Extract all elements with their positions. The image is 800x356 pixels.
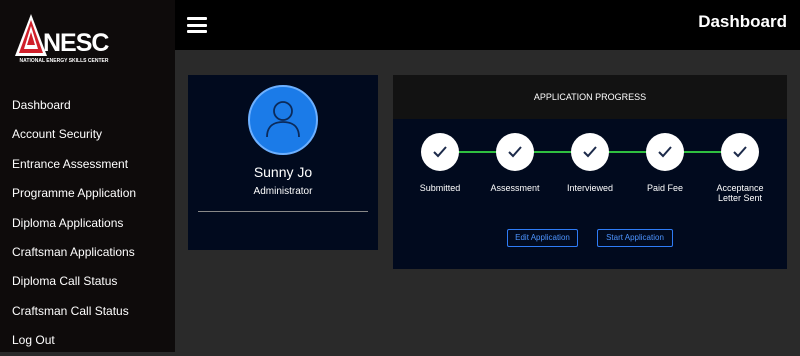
- sidebar-item-craftsman-call-status[interactable]: Craftsman Call Status: [0, 297, 175, 326]
- sidebar-item-log-out[interactable]: Log Out: [0, 326, 175, 355]
- avatar[interactable]: [248, 85, 318, 155]
- edit-application-button[interactable]: Edit Application: [507, 229, 578, 247]
- check-icon: [646, 133, 684, 171]
- sidebar-item-programme-application[interactable]: Programme Application: [0, 179, 175, 208]
- logo-word: NESC: [43, 29, 109, 57]
- profile-card: Sunny Jo Administrator: [188, 75, 378, 250]
- divider: [198, 211, 368, 212]
- profile-role: Administrator: [253, 186, 313, 197]
- step-label: Submitted: [419, 183, 461, 193]
- step-label: Paid Fee: [646, 183, 684, 193]
- hamburger-menu-icon[interactable]: [187, 17, 207, 33]
- progress-step-acceptance-letter-sent: Acceptance Letter Sent: [705, 133, 775, 203]
- nesc-logo[interactable]: NESC NATIONAL ENERGY SKILLS CENTER: [13, 12, 115, 70]
- sidebar-item-entrance-assessment[interactable]: Entrance Assessment: [0, 150, 175, 179]
- check-icon: [721, 133, 759, 171]
- check-icon: [571, 133, 609, 171]
- logo-subtitle: NATIONAL ENERGY SKILLS CENTER: [19, 58, 109, 64]
- check-icon: [421, 133, 459, 171]
- application-progress-card: APPLICATION PROGRESS Submitted Assessmen…: [393, 75, 787, 269]
- progress-step-assessment: Assessment: [480, 133, 550, 193]
- step-label: Interviewed: [566, 183, 614, 193]
- sidebar-item-diploma-applications[interactable]: Diploma Applications: [0, 209, 175, 238]
- step-label: Acceptance Letter Sent: [716, 183, 764, 203]
- sidebar-item-account-security[interactable]: Account Security: [0, 120, 175, 149]
- start-application-button[interactable]: Start Application: [597, 229, 673, 247]
- page-title: Dashboard: [698, 12, 787, 31]
- sidebar-item-diploma-call-status[interactable]: Diploma Call Status: [0, 267, 175, 296]
- sidebar: NESC NATIONAL ENERGY SKILLS CENTER Dashb…: [0, 0, 175, 352]
- sidebar-item-dashboard[interactable]: Dashboard: [0, 91, 175, 120]
- check-icon: [496, 133, 534, 171]
- progress-step-paid-fee: Paid Fee: [630, 133, 700, 193]
- user-icon: [266, 101, 300, 138]
- profile-name: Sunny Jo: [253, 164, 313, 180]
- progress-heading: APPLICATION PROGRESS: [393, 75, 787, 119]
- sidebar-item-craftsman-applications[interactable]: Craftsman Applications: [0, 238, 175, 267]
- sidebar-nav: Dashboard Account Security Entrance Asse…: [0, 91, 175, 356]
- step-label: Assessment: [490, 183, 540, 193]
- progress-step-interviewed: Interviewed: [555, 133, 625, 193]
- top-bar: Dashboard: [175, 0, 800, 50]
- progress-step-submitted: Submitted: [405, 133, 475, 193]
